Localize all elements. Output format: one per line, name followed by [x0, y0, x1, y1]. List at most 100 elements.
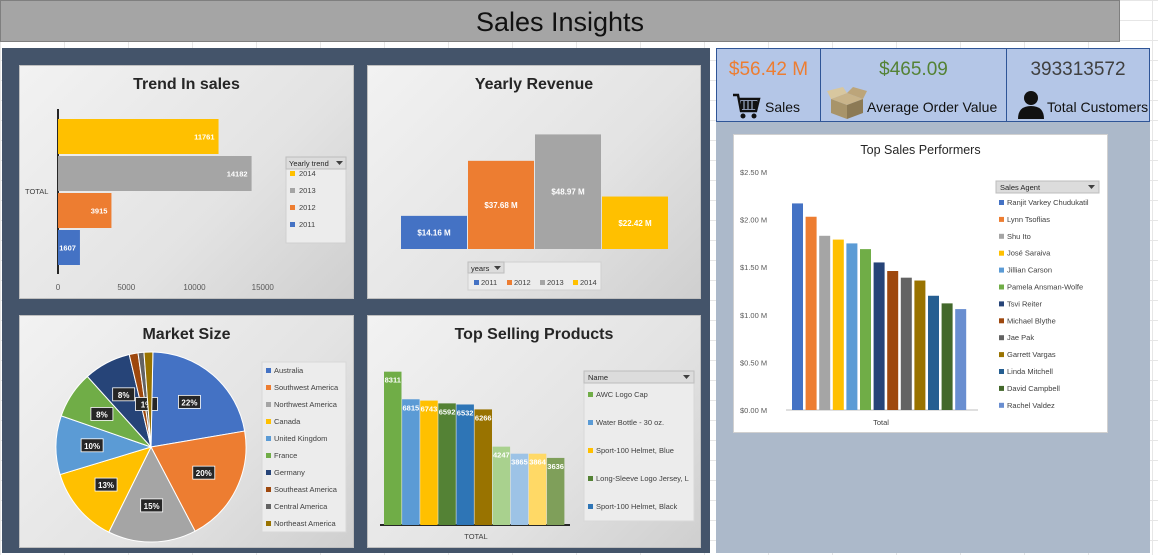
legend-swatch	[266, 436, 271, 441]
data-label: $22.42 M	[618, 219, 652, 228]
data-label: 20%	[196, 469, 212, 478]
legend-swatch	[573, 280, 578, 285]
data-label: 6532	[457, 408, 474, 417]
legend-swatch	[474, 280, 479, 285]
market-chart-svg: 22%20%15%13%10%8%8%1%AustraliaSouthwest …	[55, 351, 347, 543]
bar	[832, 239, 844, 410]
bar	[438, 403, 456, 525]
y-tick-label: $1.50 M	[740, 263, 767, 272]
bar	[873, 262, 885, 410]
chart-yearly-revenue[interactable]: Yearly Revenue $14.16 M $37.68 M $48.97 M $…	[367, 65, 701, 299]
data-label: 22%	[181, 398, 197, 407]
y-tick-label: $0.00 M	[740, 406, 767, 415]
bar	[887, 271, 899, 410]
legend-title: Sales Agent	[1000, 183, 1041, 192]
legend-swatch	[588, 476, 593, 481]
kpi-customers-label: Total Customers	[1047, 99, 1149, 115]
legend-swatch	[290, 188, 295, 193]
data-label: 8%	[96, 410, 108, 419]
bar	[941, 303, 953, 410]
legend-swatch	[290, 222, 295, 227]
legend-swatch	[999, 267, 1004, 273]
bar	[474, 409, 492, 525]
x-tick-label: 10000	[183, 283, 206, 292]
person-icon	[1018, 91, 1044, 119]
legend-swatch	[266, 487, 271, 492]
legend-swatch	[999, 352, 1004, 358]
legend-swatch	[290, 171, 295, 176]
legend-label: Pamela Ansman-Wolfe	[1007, 283, 1083, 292]
legend-label: 2012	[514, 278, 531, 287]
category-label: TOTAL	[464, 532, 487, 541]
data-label: 3636	[547, 462, 564, 471]
legend-swatch	[507, 280, 512, 285]
kpi-sales: $56.42 M Sales	[717, 49, 821, 121]
legend-label: Central America	[274, 502, 328, 511]
chart-top-sales-performers[interactable]: Top Sales Performers $0.00 M $0.50 M $1.00…	[733, 134, 1108, 433]
kpi-aov-value: $465.09	[879, 59, 948, 80]
bar	[420, 400, 438, 525]
legend-label: Rachel Valdez	[1007, 401, 1055, 410]
kpi-sales-value: $56.42 M	[728, 59, 809, 80]
legend-label: Southwest America	[274, 383, 339, 392]
legend-label: Lynn Tsoflias	[1007, 215, 1050, 224]
yearly-chart-svg: $14.16 M $37.68 M $48.97 M $22.42 M years 201…	[401, 134, 668, 291]
y-tick-label: $0.50 M	[740, 358, 767, 367]
y-tick-label: $2.50 M	[740, 168, 767, 177]
legend-label: 2011	[481, 278, 497, 287]
legend-swatch	[266, 470, 271, 475]
legend-swatch	[999, 369, 1004, 374]
products-chart-svg: 8311 6815 6743 6592 65326266 42473865 3864 3636…	[380, 370, 695, 541]
bar	[860, 249, 871, 410]
chart-market-size[interactable]: Market Size 22% 20% 15% 13% 10% 8% 8% 1% Austral…	[19, 315, 354, 548]
trend-chart-svg: TOTAL 11761 14182 3915 1607 0 5000 10000 15000 Ye…	[25, 109, 347, 292]
bar	[805, 216, 817, 410]
legend-label: Ranjit Varkey Chudukatil	[1007, 198, 1089, 207]
legend-swatch	[266, 504, 271, 509]
legend-label: Garrett Vargas	[1007, 350, 1056, 359]
legend-swatch	[290, 205, 295, 210]
data-label: 3864	[529, 458, 547, 467]
legend-swatch	[266, 385, 271, 390]
legend-swatch	[588, 392, 593, 397]
kpi-average-order-value: $465.09 Average Order Value	[821, 49, 1007, 121]
bar	[58, 156, 252, 191]
legend-label: 2012	[299, 203, 316, 212]
legend-label: Michael Blythe	[1007, 316, 1056, 325]
legend-swatch	[588, 448, 593, 453]
legend-label: 2014	[580, 278, 597, 287]
legend-label: 2011	[299, 220, 315, 229]
legend-swatch	[588, 420, 593, 425]
legend-title: Name	[588, 373, 608, 382]
data-label: $14.16 M	[417, 228, 451, 237]
legend-swatch	[999, 335, 1004, 341]
legend-swatch	[999, 402, 1004, 408]
legend-title: years	[471, 264, 490, 273]
performers-chart-svg: $0.00 M $0.50 M $1.00 M $1.50 M $2.00 M $2.50…	[740, 168, 1100, 427]
legend-swatch	[999, 385, 1004, 391]
legend-label: Linda Mitchell	[1007, 367, 1053, 376]
bar	[456, 404, 474, 525]
legend-label: Canada	[274, 417, 301, 426]
data-label: 11761	[194, 133, 214, 142]
bar	[846, 243, 858, 410]
chart-trend-in-sales[interactable]: Trend In sales TOTAL 11761 14182 3915 1607 0 5…	[19, 65, 354, 299]
legend-swatch	[999, 250, 1004, 256]
chart-top-selling-products[interactable]: Top Selling Products 8311 6815 6743 6592 653…	[367, 315, 701, 548]
legend-swatch	[999, 301, 1004, 307]
legend-label: Water Bottle - 30 oz.	[596, 418, 664, 427]
legend-label: José Saraiva	[1007, 249, 1051, 258]
legend-swatch	[266, 521, 271, 526]
bar	[384, 371, 402, 525]
y-tick-label: $2.00 M	[740, 216, 767, 225]
legend-swatch	[999, 284, 1004, 290]
data-label: $37.68 M	[484, 201, 518, 210]
legend-label: Northeast America	[274, 519, 337, 528]
legend-swatch	[266, 453, 271, 458]
x-tick-label: 5000	[117, 283, 135, 292]
bar	[928, 295, 939, 410]
legend-label: Jillian Carson	[1007, 266, 1052, 275]
legend-swatch	[999, 200, 1004, 205]
data-label: 3865	[511, 458, 528, 467]
legend-swatch	[266, 402, 271, 407]
